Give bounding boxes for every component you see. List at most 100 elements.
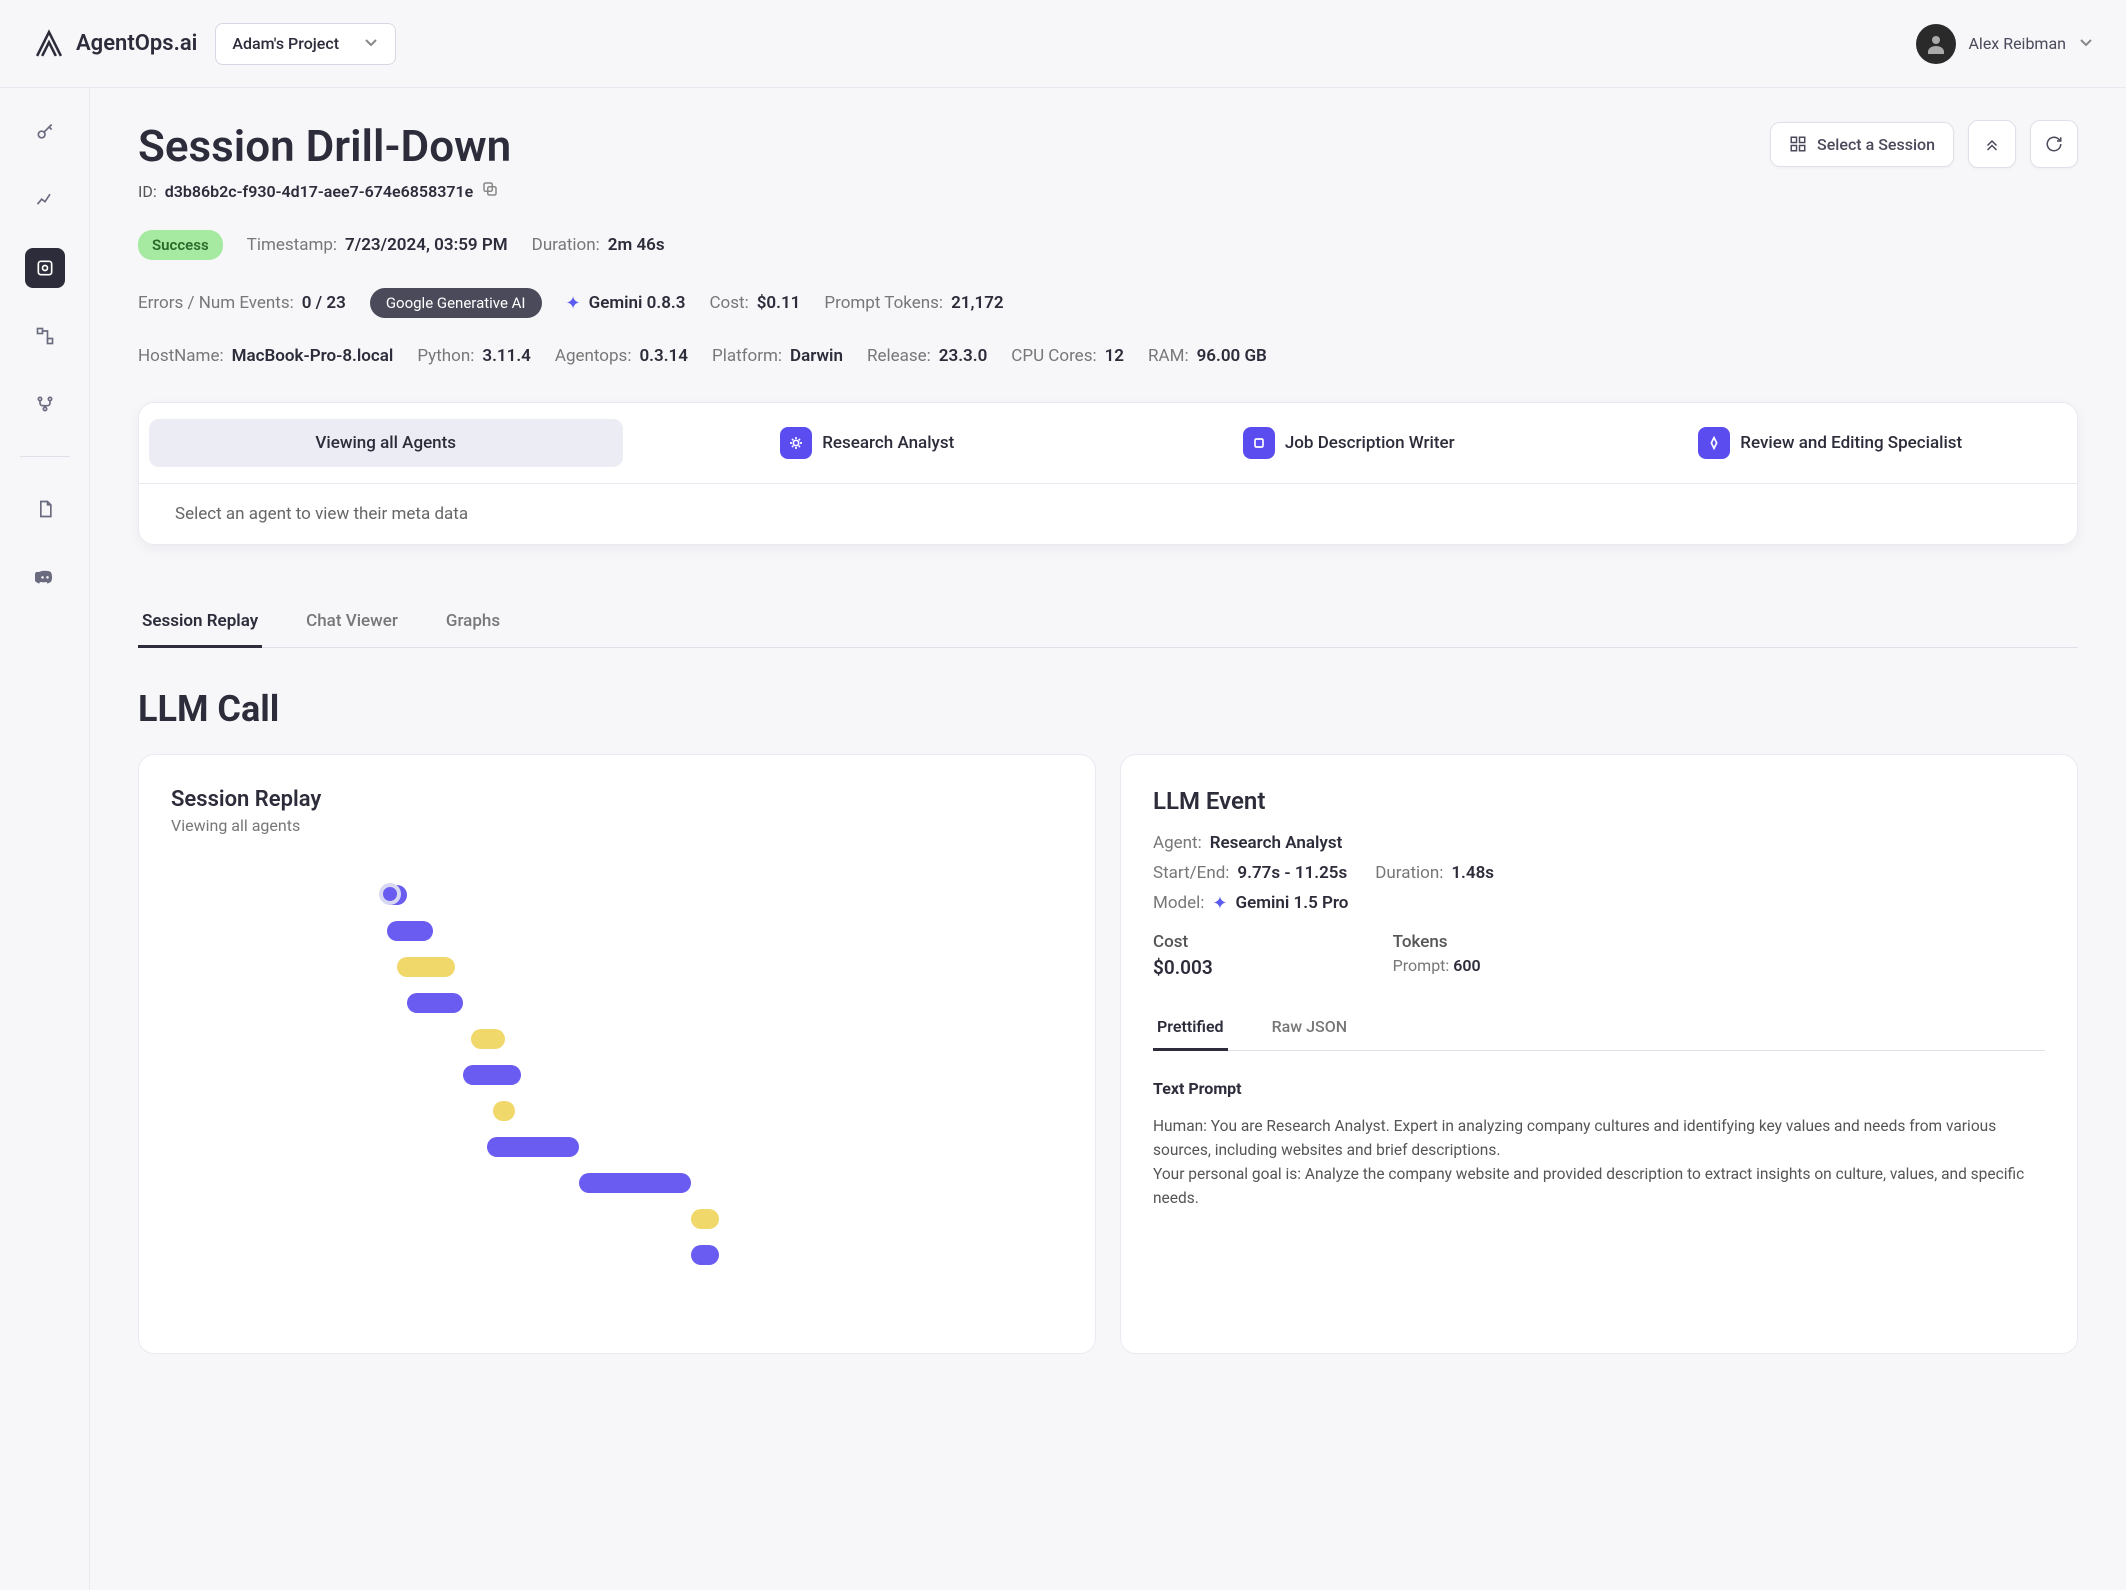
llm-event-title: LLM Event — [1153, 787, 2045, 815]
tokens-block-label: Tokens — [1393, 932, 1481, 952]
duration-item: Duration: 2m 46s — [532, 235, 665, 255]
inner-tab-raw-json[interactable]: Raw JSON — [1268, 1007, 1352, 1050]
gantt-bar[interactable] — [579, 1173, 691, 1193]
agentops-label: Agentops: — [555, 346, 632, 366]
cpu-item: CPU Cores: 12 — [1011, 346, 1124, 366]
gantt-bar[interactable] — [387, 921, 433, 941]
hostname-item: HostName: MacBook-Pro-8.local — [138, 346, 393, 366]
tab-session-replay[interactable]: Session Replay — [138, 601, 262, 648]
agent-icon — [780, 427, 812, 459]
sessions-icon — [35, 258, 55, 278]
session-replay-panel: Session Replay Viewing all agents — [138, 754, 1096, 1354]
doc-icon — [35, 499, 55, 519]
hostname-value: MacBook-Pro-8.local — [232, 346, 394, 366]
agent-tab-research[interactable]: Research Analyst — [631, 413, 1105, 473]
gantt-bar[interactable] — [691, 1209, 719, 1229]
gantt-bar[interactable] — [463, 1065, 521, 1085]
prompt-tokens-value: 21,172 — [951, 293, 1004, 313]
agents-card: Viewing all Agents Research Analyst Job … — [138, 402, 2078, 545]
refresh-icon — [2045, 135, 2063, 153]
cost-tokens-row: Cost $0.003 Tokens Prompt: 600 — [1153, 932, 2045, 979]
tab-graphs[interactable]: Graphs — [442, 601, 504, 647]
gantt-bar[interactable] — [487, 1137, 579, 1157]
discord-icon — [35, 567, 55, 587]
gantt-start-dot[interactable] — [379, 883, 401, 905]
sidebar-item-sessions[interactable] — [25, 248, 65, 288]
cpu-value: 12 — [1105, 346, 1124, 366]
python-item: Python: 3.11.4 — [417, 346, 531, 366]
avatar[interactable] — [1916, 24, 1956, 64]
select-session-button[interactable]: Select a Session — [1770, 122, 1954, 167]
inner-tab-prettified[interactable]: Prettified — [1153, 1007, 1228, 1051]
project-selector-label: Adam's Project — [232, 34, 339, 53]
sidebar-item-docs[interactable] — [25, 489, 65, 529]
cost-block: Cost $0.003 — [1153, 932, 1213, 979]
gantt-bar[interactable] — [397, 957, 455, 977]
grid-icon — [1789, 135, 1807, 153]
model-short: Gemini 0.8.3 — [589, 293, 686, 313]
chevron-down-icon — [363, 34, 379, 54]
copy-icon[interactable] — [481, 180, 499, 202]
agents-hint: Select an agent to view their meta data — [139, 484, 2077, 544]
llm-event-panel: LLM Event Agent: Research Analyst Start/… — [1120, 754, 2078, 1354]
meta-row-2: Errors / Num Events: 0 / 23 Google Gener… — [138, 288, 2078, 318]
project-selector[interactable]: Adam's Project — [215, 23, 396, 65]
agent-tab-all[interactable]: Viewing all Agents — [149, 419, 623, 467]
sidebar-divider — [20, 456, 70, 457]
ram-value: 96.00 GB — [1197, 346, 1267, 366]
agent-tab-review[interactable]: Review and Editing Specialist — [1594, 413, 2068, 473]
prompt-section: Text Prompt Human: You are Research Anal… — [1153, 1079, 2045, 1210]
branch-icon — [35, 394, 55, 414]
llm-model-row: Model: ✦ Gemini 1.5 Pro — [1153, 893, 2045, 914]
platform-value: Darwin — [790, 346, 843, 366]
cost-block-label: Cost — [1153, 932, 1213, 952]
tabs-row: Session Replay Chat Viewer Graphs — [138, 601, 2078, 648]
prompt-body-2: Your personal goal is: Analyze the compa… — [1153, 1162, 2045, 1210]
page-title: Session Drill-Down — [138, 120, 511, 172]
platform-item: Platform: Darwin — [712, 346, 843, 366]
tab-chat-viewer[interactable]: Chat Viewer — [302, 601, 402, 647]
sidebar-item-flow[interactable] — [25, 316, 65, 356]
meta-row-1: Success Timestamp: 7/23/2024, 03:59 PM D… — [138, 230, 2078, 260]
gantt-bar[interactable] — [691, 1245, 719, 1265]
agent-icon — [1243, 427, 1275, 459]
provider-badge: Google Generative AI — [370, 288, 542, 318]
collapse-button[interactable] — [1968, 120, 2016, 168]
refresh-button[interactable] — [2030, 120, 2078, 168]
chart-icon — [35, 190, 55, 210]
tokens-prompt-row: Prompt: 600 — [1393, 956, 1481, 975]
startend-label: Start/End: — [1153, 863, 1229, 883]
ram-item: RAM: 96.00 GB — [1148, 346, 1267, 366]
username: Alex Reibman — [1968, 34, 2066, 53]
brand-text: AgentOps.ai — [76, 31, 197, 56]
gantt-bar[interactable] — [407, 993, 463, 1013]
agents-tabs: Viewing all Agents Research Analyst Job … — [139, 403, 2077, 484]
agent-tab-all-label: Viewing all Agents — [315, 433, 456, 453]
llm-model-label: Model: — [1153, 893, 1204, 914]
gantt-bar[interactable] — [493, 1101, 515, 1121]
user-chevron-down-icon[interactable] — [2078, 34, 2094, 54]
sparkle-icon: ✦ — [1212, 893, 1227, 914]
flow-icon — [35, 326, 55, 346]
header-actions: Select a Session — [1770, 120, 2078, 168]
session-id-label: ID: — [138, 182, 157, 201]
gantt-chart[interactable] — [171, 885, 1063, 1305]
meta-row-3: HostName: MacBook-Pro-8.local Python: 3.… — [138, 346, 2078, 366]
brand-logo[interactable]: AgentOps.ai — [32, 27, 197, 61]
sidebar — [0, 88, 90, 1590]
startend-value: 9.77s - 11.25s — [1237, 863, 1347, 883]
logo-icon — [32, 27, 66, 61]
sidebar-item-keys[interactable] — [25, 112, 65, 152]
sidebar-item-branch[interactable] — [25, 384, 65, 424]
errors-item: Errors / Num Events: 0 / 23 — [138, 293, 346, 313]
errors-label: Errors / Num Events: — [138, 293, 294, 313]
python-label: Python: — [417, 346, 474, 366]
sidebar-item-discord[interactable] — [25, 557, 65, 597]
release-item: Release: 23.3.0 — [867, 346, 987, 366]
sidebar-item-analytics[interactable] — [25, 180, 65, 220]
agent-tab-writer[interactable]: Job Description Writer — [1112, 413, 1586, 473]
model-item: ✦ Gemini 0.8.3 — [566, 293, 686, 314]
agent-tab-label: Review and Editing Specialist — [1740, 433, 1962, 453]
gantt-bar[interactable] — [471, 1029, 505, 1049]
header-row: Session Drill-Down ID: d3b86b2c-f930-4d1… — [138, 120, 2078, 202]
